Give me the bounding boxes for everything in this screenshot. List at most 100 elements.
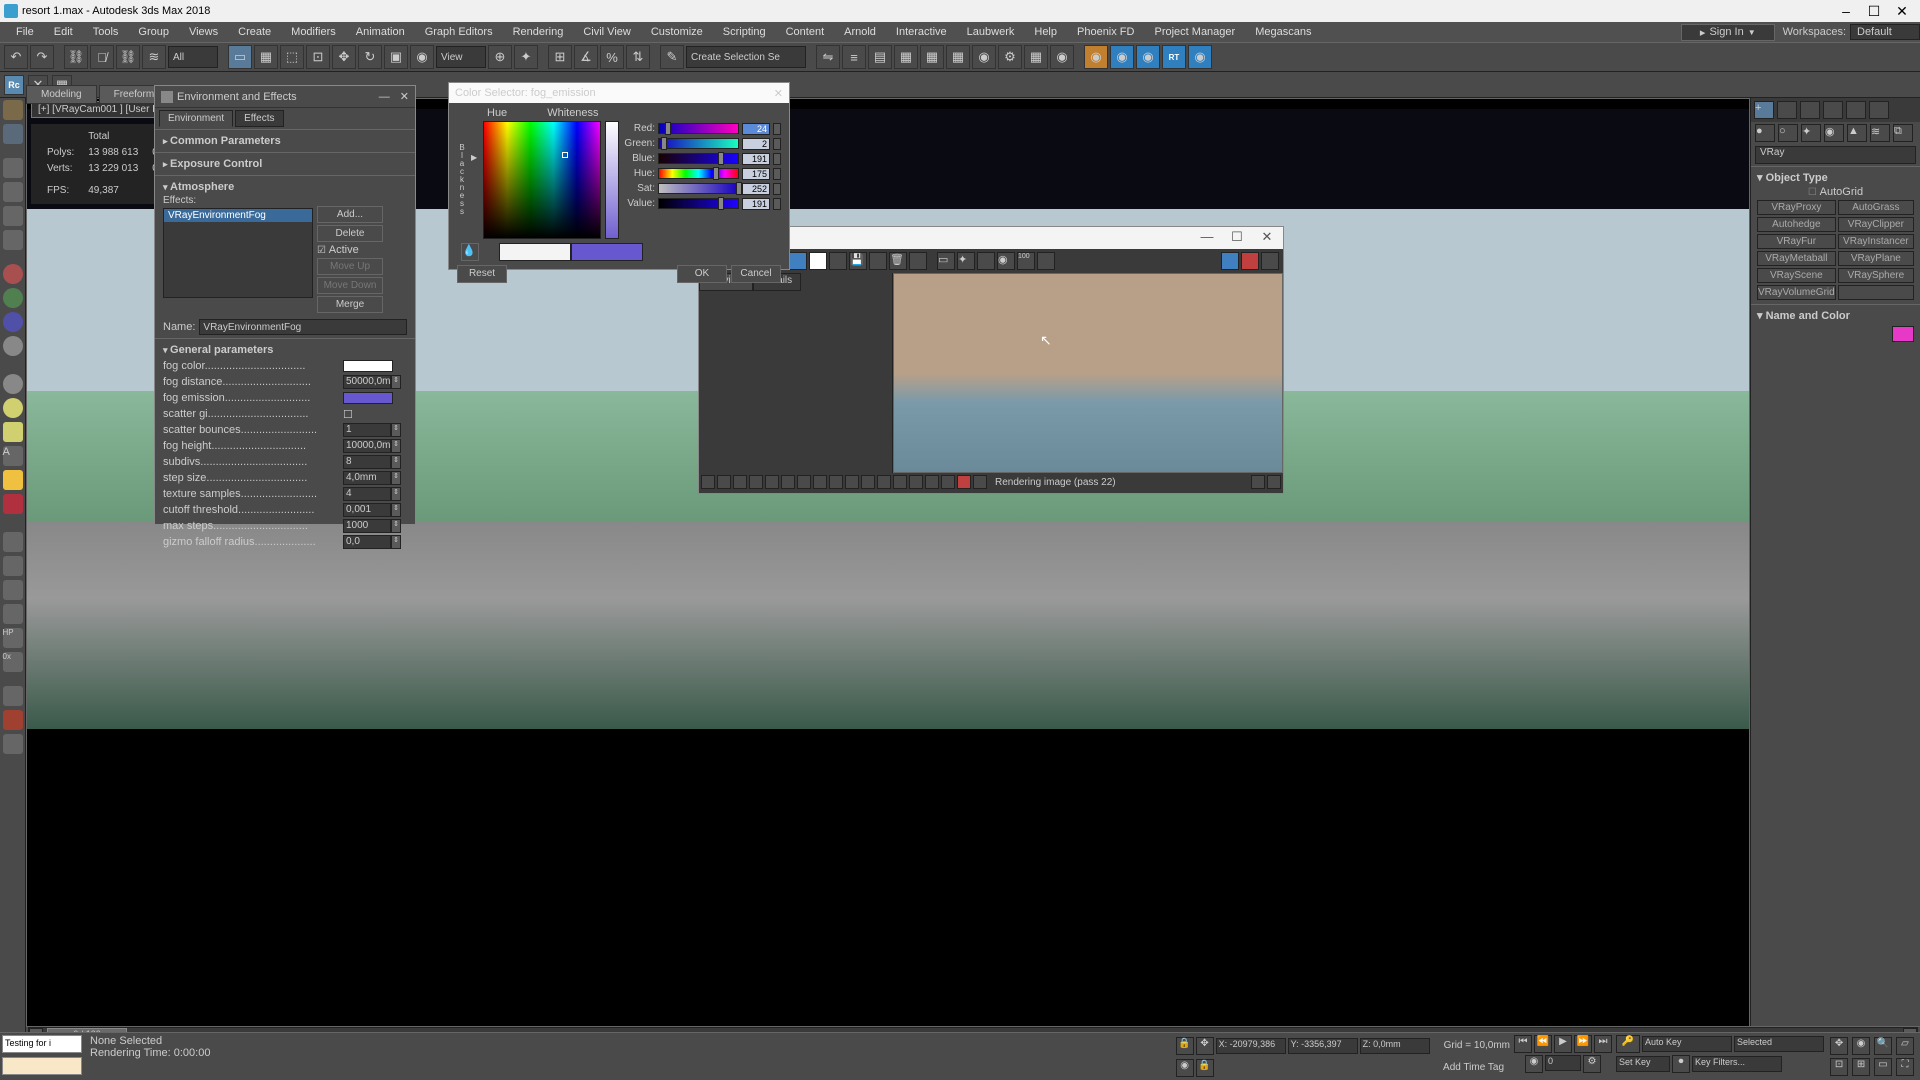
placement-button[interactable]: ◉ — [410, 45, 434, 69]
objtype-vraymetaball[interactable]: VRayMetaball — [1757, 251, 1836, 266]
objtype-vrayfur[interactable]: VRayFur — [1757, 234, 1836, 249]
menu-civilview[interactable]: Civil View — [573, 24, 640, 40]
menu-group[interactable]: Group — [128, 24, 179, 40]
color-spinner[interactable] — [773, 123, 781, 135]
color-slider[interactable] — [658, 138, 739, 149]
objtype-vrayplane[interactable]: VRayPlane — [1838, 251, 1914, 266]
sec-general[interactable]: General parameters — [163, 342, 407, 358]
menu-animation[interactable]: Animation — [346, 24, 415, 40]
ls-2[interactable] — [3, 124, 23, 144]
sec-exposure[interactable]: Exposure Control — [163, 156, 407, 172]
objtype-vrayscene[interactable]: VRayScene — [1757, 268, 1836, 283]
param-spinner[interactable]: ⇕ — [391, 503, 401, 517]
macro-listener[interactable] — [2, 1057, 82, 1075]
param-value[interactable]: 4,0mm — [343, 471, 391, 485]
ls-25[interactable] — [3, 734, 23, 754]
vfb-s8[interactable] — [813, 475, 827, 489]
select-button[interactable]: ▭ — [228, 45, 252, 69]
z-coord[interactable]: Z: 0,0mm — [1360, 1038, 1430, 1054]
nav-arc[interactable]: ◉ — [1852, 1037, 1870, 1055]
menu-create[interactable]: Create — [228, 24, 281, 40]
color-swatch[interactable] — [1892, 326, 1914, 342]
curve-editor-button[interactable]: ▦ — [920, 45, 944, 69]
color-spinner[interactable] — [773, 153, 781, 165]
vfb-cc[interactable] — [1221, 252, 1239, 270]
ref-coord-dropdown[interactable]: View — [436, 46, 486, 68]
vfb-save[interactable]: 💾 — [849, 252, 867, 270]
color-slider[interactable] — [658, 168, 739, 179]
prev-frame[interactable]: ⏪ — [1534, 1035, 1552, 1053]
link-button[interactable]: ⛓ — [64, 45, 88, 69]
param-value[interactable]: 4 — [343, 487, 391, 501]
layer-button[interactable]: ▤ — [868, 45, 892, 69]
vfb-s19[interactable] — [1251, 475, 1265, 489]
vfb-s7[interactable] — [797, 475, 811, 489]
category-dropdown[interactable]: VRay — [1755, 146, 1916, 164]
menu-phoenixfd[interactable]: Phoenix FD — [1067, 24, 1144, 40]
env-tab-environment[interactable]: Environment — [159, 110, 233, 127]
vfb-region[interactable]: ▭ — [937, 252, 955, 270]
old-color-swatch[interactable] — [499, 243, 571, 261]
nav-zoom[interactable]: 🔍 — [1874, 1037, 1892, 1055]
rc-button[interactable]: Rc — [4, 75, 24, 95]
vray-button[interactable]: ◉ — [1188, 45, 1212, 69]
vfb-t2[interactable] — [869, 252, 887, 270]
merge-button[interactable]: Merge — [317, 296, 383, 313]
ls-10[interactable] — [3, 336, 23, 356]
param-spinner[interactable]: ⇕ — [391, 423, 401, 437]
param-value[interactable]: 0,0 — [343, 535, 391, 549]
vfb-s3[interactable] — [733, 475, 747, 489]
vfb-max[interactable]: ☐ — [1223, 229, 1251, 247]
param-spinner[interactable]: ⇕ — [391, 471, 401, 485]
cat-systems[interactable]: ⧉ — [1893, 124, 1913, 142]
autokey-button[interactable]: Auto Key — [1642, 1036, 1732, 1052]
ls-23[interactable] — [3, 686, 23, 706]
percent-snap-button[interactable]: % — [600, 45, 624, 69]
menu-edit[interactable]: Edit — [44, 24, 83, 40]
color-spinner[interactable] — [773, 138, 781, 150]
maximize-button[interactable]: ☐ — [1860, 3, 1888, 20]
cat-cameras[interactable]: ◉ — [1824, 124, 1844, 142]
env-min[interactable]: — — [379, 91, 390, 103]
a360-button[interactable]: ◉ — [1084, 45, 1108, 69]
vfb-s4[interactable] — [749, 475, 763, 489]
online-button[interactable]: ◉ — [1110, 45, 1134, 69]
render-frame-button[interactable]: ▦ — [1024, 45, 1048, 69]
move-button[interactable]: ✥ — [332, 45, 356, 69]
vfb-s12[interactable] — [877, 475, 891, 489]
color-slider[interactable] — [658, 153, 739, 164]
vfb-s14[interactable] — [909, 475, 923, 489]
vfb-s13[interactable] — [893, 475, 907, 489]
color-value[interactable]: 191 — [742, 153, 770, 165]
nav-zoomext[interactable]: ⊞ — [1852, 1058, 1870, 1076]
ls-3[interactable] — [3, 158, 23, 178]
vfb-t1[interactable] — [829, 252, 847, 270]
time-tag[interactable]: Add Time Tag — [1443, 1062, 1504, 1073]
ls-21[interactable]: HP — [3, 628, 23, 648]
ls-11[interactable] — [3, 374, 23, 394]
param-swatch[interactable] — [343, 360, 393, 372]
ls-7[interactable] — [3, 264, 23, 284]
param-spinner[interactable]: ⇕ — [391, 375, 401, 389]
menu-customize[interactable]: Customize — [641, 24, 713, 40]
lock-icon[interactable]: 🔒 — [1176, 1037, 1194, 1055]
param-value[interactable]: 10000,0mm — [343, 439, 391, 453]
menu-views[interactable]: Views — [179, 24, 228, 40]
whiteness-bar[interactable] — [605, 121, 619, 239]
cat-space[interactable]: ≋ — [1870, 124, 1890, 142]
env-titlebar[interactable]: Environment and Effects — ✕ — [155, 86, 415, 108]
key-mode[interactable]: ◉ — [1525, 1055, 1543, 1073]
undo-button[interactable]: ↶ — [4, 45, 28, 69]
angle-snap-button[interactable]: ∡ — [574, 45, 598, 69]
menu-grapheditors[interactable]: Graph Editors — [415, 24, 503, 40]
vfb-t3[interactable] — [909, 252, 927, 270]
unlink-button[interactable]: ⛓̸ — [90, 45, 114, 69]
vfb-a[interactable] — [789, 252, 807, 270]
set-key-big[interactable]: 🔑 — [1616, 1035, 1640, 1053]
eyedropper-button[interactable]: 💧 — [461, 243, 479, 261]
select-rect-button[interactable]: ⬚ — [280, 45, 304, 69]
menu-file[interactable]: File — [6, 24, 44, 40]
menu-arnold[interactable]: Arnold — [834, 24, 886, 40]
vfb-s15[interactable] — [925, 475, 939, 489]
schematic-button[interactable]: ≋ — [142, 45, 166, 69]
